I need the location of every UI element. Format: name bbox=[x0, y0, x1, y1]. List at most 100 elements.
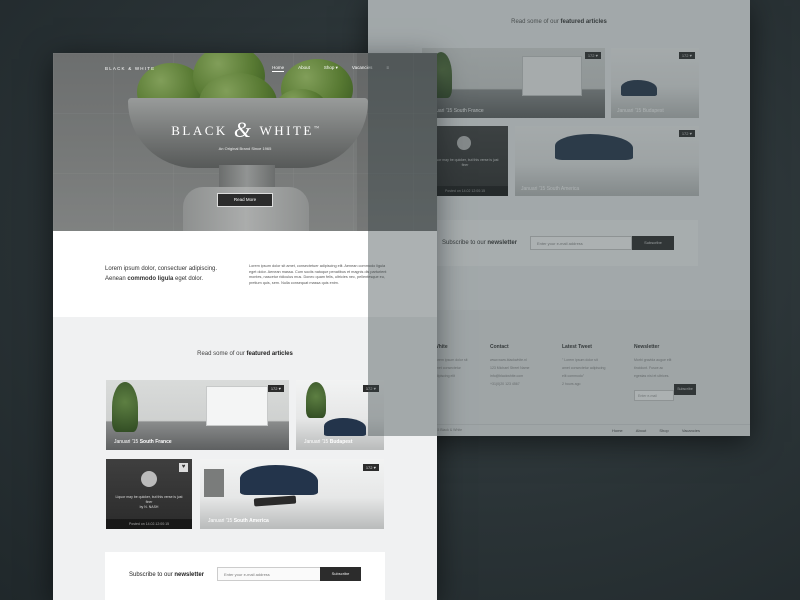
footer-col-about: White Lorem ipsum dolor sit amet consect… bbox=[434, 344, 467, 380]
menu-icon[interactable]: ≡ bbox=[386, 65, 389, 72]
footer-link-about[interactable]: About bbox=[636, 428, 646, 433]
plant-image bbox=[306, 382, 326, 418]
like-count[interactable]: 172 ♥ bbox=[267, 385, 284, 392]
back-article-tile-budapest[interactable]: 172 ♥ Januari '15 Budapest bbox=[611, 48, 699, 118]
footer-line: +31(0)20 123 4567 bbox=[490, 382, 520, 386]
footer-col-contact: Contact www.www.blackwhite.nl 123 Michae… bbox=[490, 344, 530, 388]
footer-line: Morbi gravida augue elit bbox=[634, 358, 672, 362]
like-count[interactable]: 172 ♥ bbox=[362, 464, 379, 471]
quote-posted: Posted on 14.02.12:00:15 bbox=[106, 519, 192, 529]
article-tile-south-france[interactable]: 172 ♥ Januari '15 South France bbox=[106, 380, 289, 450]
tile-caption: Januari '15 South America bbox=[208, 518, 269, 524]
featured-section: Read some of our featured articles 172 ♥… bbox=[53, 317, 437, 600]
footer-link-shop[interactable]: Shop bbox=[659, 428, 668, 433]
back-like-count[interactable]: 172 ♥ bbox=[584, 52, 601, 59]
nav-shop[interactable]: Shop ▾ bbox=[324, 65, 338, 72]
tile-place: South France bbox=[139, 439, 172, 445]
quote-body: Liquor may be quicker, but this verse is… bbox=[115, 495, 183, 504]
phone-image bbox=[253, 495, 297, 507]
back-featured-title: Read some of our featured articles bbox=[368, 19, 750, 25]
footer-email-input[interactable]: Enter e-mail bbox=[634, 390, 674, 401]
footer-link-home[interactable]: Home bbox=[612, 428, 623, 433]
back-newsletter-section: Subscribe to our newsletter Enter your e… bbox=[422, 220, 698, 266]
footer-col-newsletter: Newsletter Morbi gravida augue elit tinc… bbox=[634, 344, 696, 402]
subscribe-button[interactable]: Subscribe bbox=[320, 567, 361, 581]
footer-line[interactable]: www.www.blackwhite.nl bbox=[490, 356, 530, 364]
quote-author: by N. NASH bbox=[139, 505, 159, 509]
tile-place: South America bbox=[233, 518, 269, 524]
intro-lead-text: eget dolor. bbox=[173, 276, 204, 282]
tile-date: Januari '15 bbox=[114, 439, 139, 445]
footer-link-vacancies[interactable]: Vacancies bbox=[682, 428, 700, 433]
back-newsletter-label-prefix: Subscribe to our bbox=[442, 240, 486, 246]
read-more-button[interactable]: Read More bbox=[217, 193, 273, 207]
footer-col-tweet: Latest Tweet " Lorem ipsum dolor sit ame… bbox=[562, 344, 605, 388]
back-newsletter-label: Subscribe to our newsletter bbox=[442, 240, 517, 246]
back-like-count[interactable]: 172 ♥ bbox=[678, 52, 695, 59]
newsletter-label-prefix: Subscribe to our bbox=[129, 572, 173, 578]
cap-image bbox=[621, 80, 657, 96]
article-tile-south-america[interactable]: 172 ♥ Januari '15 South America bbox=[200, 459, 384, 529]
article-tile-budapest[interactable]: 172 ♥ Januari '15 Budapest bbox=[296, 380, 384, 450]
featured-title-prefix: Read some of our bbox=[197, 351, 245, 357]
featured-title-bold: featured articles bbox=[246, 351, 293, 357]
avatar bbox=[141, 471, 157, 487]
intro-lead-bold: commodo ligula bbox=[127, 276, 174, 282]
hero-section: BLACK & WHITE Home About Shop ▾ Vacancie… bbox=[53, 53, 437, 231]
footer-line: elit commodo" bbox=[562, 374, 585, 378]
featured-title: Read some of our featured articles bbox=[53, 351, 437, 357]
footer-line: adipiscing elit bbox=[434, 374, 456, 378]
footer-line: 2 hours ago bbox=[562, 382, 581, 386]
footer-col-title: Newsletter bbox=[634, 344, 660, 350]
front-page-preview: BLACK & WHITE Home About Shop ▾ Vacancie… bbox=[53, 53, 437, 600]
back-newsletter-label-bold: newsletter bbox=[487, 240, 518, 246]
monitor-image bbox=[206, 386, 268, 426]
hero-title-left: BLACK bbox=[171, 123, 228, 138]
quote-text: Liquor may be quicker, but this verse is… bbox=[114, 495, 184, 510]
footer-line: " Lorem ipsum dolor sit bbox=[562, 358, 598, 362]
footer-line[interactable]: info@blackwhite.com bbox=[490, 372, 530, 380]
tile-date: Januari '15 bbox=[304, 439, 329, 445]
footer-subscribe-button[interactable]: Subscribe bbox=[674, 384, 696, 395]
back-newsletter-email-input[interactable]: Enter your e-mail address bbox=[530, 236, 632, 250]
monitor-image bbox=[522, 56, 582, 96]
newsletter-email-input[interactable]: Enter your e-mail address bbox=[217, 567, 321, 581]
newsletter-label: Subscribe to our newsletter bbox=[129, 572, 204, 578]
intro-lead-line-2: Aenean commodo ligula eget dolor. bbox=[105, 274, 235, 284]
box-image bbox=[204, 469, 224, 497]
back-tile-caption: Januari '15 Budapest bbox=[617, 108, 664, 114]
intro-lead: Lorem ipsum dolor, consectuer adipiscing… bbox=[105, 264, 235, 284]
back-subscribe-button[interactable]: Subscribe bbox=[632, 236, 674, 250]
heart-icon[interactable]: ♥ bbox=[179, 463, 188, 472]
tile-caption: Januari '15 South France bbox=[114, 439, 172, 445]
hero-ampersand: & bbox=[233, 117, 254, 142]
nav-about[interactable]: About bbox=[298, 65, 310, 72]
footer-col-title: Contact bbox=[490, 344, 509, 350]
back-article-tile-south-france[interactable]: 172 ♥ Januari '15 South France bbox=[422, 48, 605, 118]
intro-lead-text: Aenean bbox=[105, 276, 128, 282]
intro-lead-line-1: Lorem ipsum dolor, consectuer adipiscing… bbox=[105, 266, 218, 272]
cap-image bbox=[240, 465, 318, 495]
cap-image bbox=[324, 418, 366, 436]
site-logo[interactable]: BLACK & WHITE bbox=[105, 66, 155, 71]
tile-place: Budapest bbox=[329, 439, 353, 445]
tile-date: Januari '15 bbox=[208, 518, 233, 524]
back-like-count[interactable]: 172 ♥ bbox=[678, 130, 695, 137]
nav-home[interactable]: Home bbox=[272, 65, 285, 72]
quote-tile[interactable]: ♥ Liquor may be quicker, but this verse … bbox=[106, 459, 192, 529]
main-nav: Home About Shop ▾ Vacancies ≡ bbox=[272, 65, 389, 72]
intro-body-text: Lorem ipsum dolor sit amet, consectetuer… bbox=[249, 264, 387, 285]
newsletter-label-bold: newsletter bbox=[174, 572, 205, 578]
hero-title: BLACK & WHITE™ bbox=[53, 117, 437, 143]
footer-links: Home About Shop Vacancies bbox=[600, 428, 700, 433]
nav-vacancies[interactable]: Vacancies bbox=[352, 65, 372, 72]
footer-col-title: White bbox=[434, 344, 448, 350]
plant-image bbox=[112, 382, 138, 432]
footer-line: tincidunt. Fusce ac bbox=[634, 366, 664, 370]
back-tile-caption: Januari '15 South America bbox=[521, 186, 580, 192]
like-count[interactable]: 172 ♥ bbox=[362, 385, 379, 392]
back-article-tile-south-america[interactable]: 172 ♥ Januari '15 South America bbox=[515, 126, 699, 196]
newsletter-section: Subscribe to our newsletter Enter your e… bbox=[105, 552, 385, 600]
footer-line: egestas nisi et ultrices. bbox=[634, 374, 670, 378]
intro-section: Lorem ipsum dolor, consectuer adipiscing… bbox=[53, 231, 437, 317]
